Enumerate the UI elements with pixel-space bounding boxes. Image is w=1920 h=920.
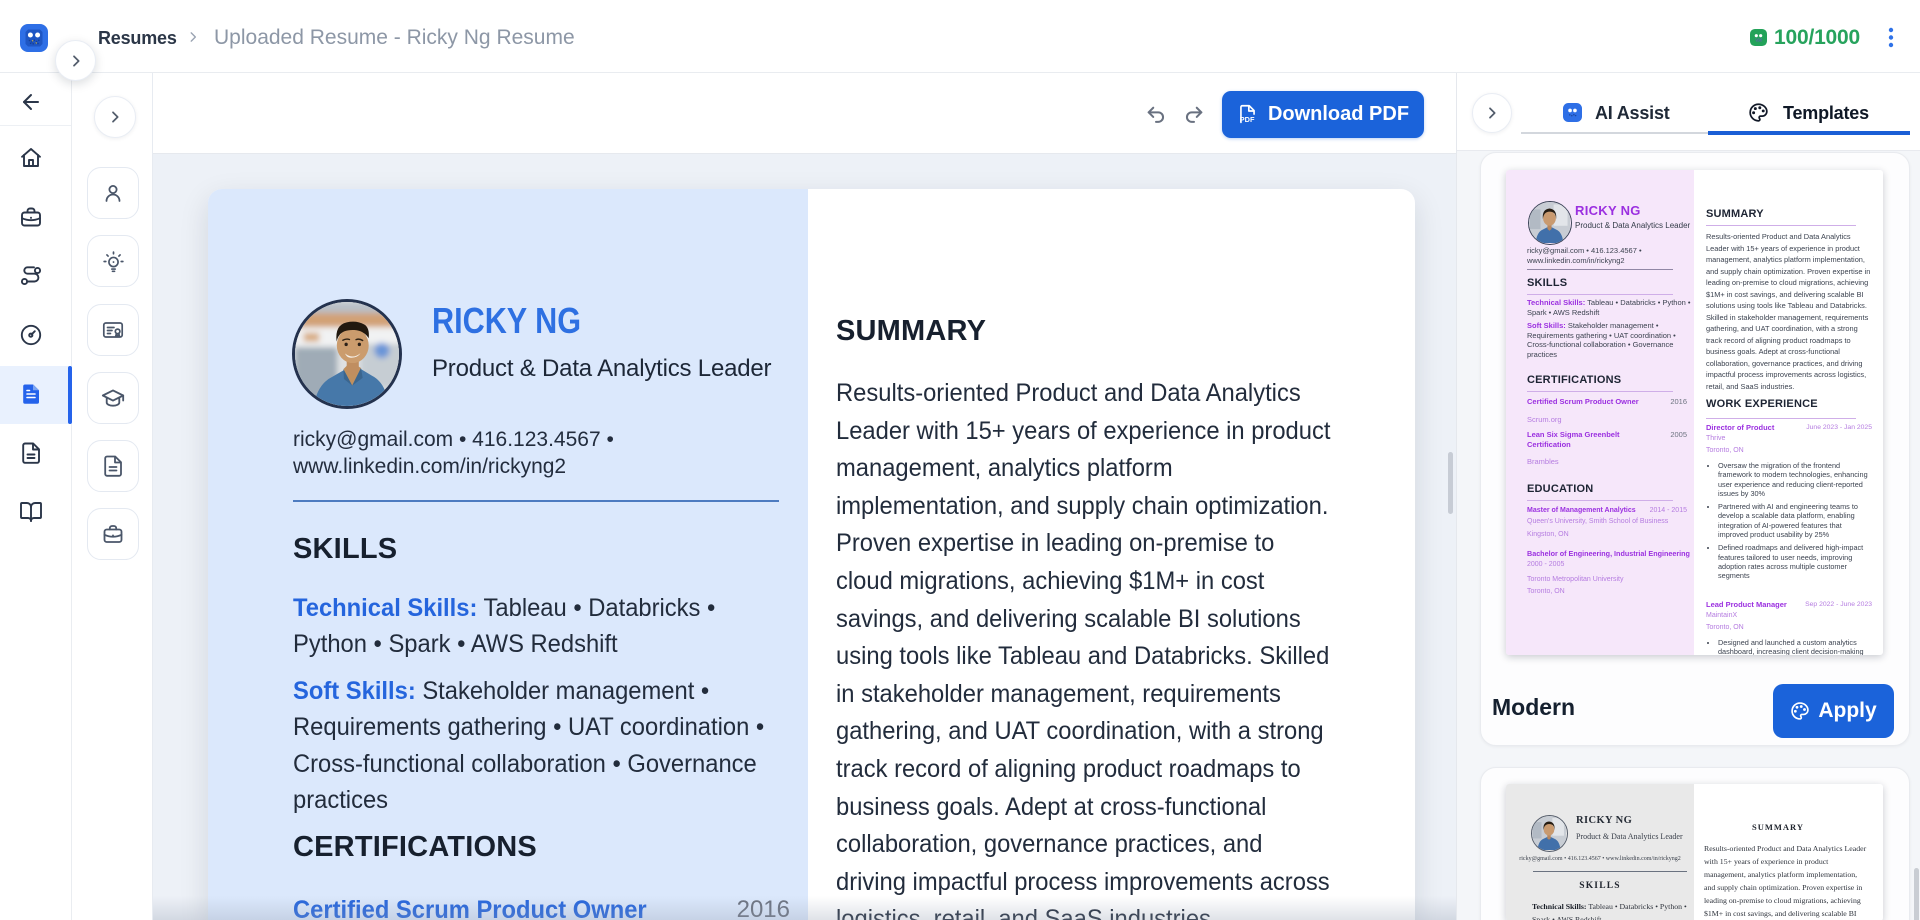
svg-text:PDF: PDF xyxy=(1240,115,1255,124)
